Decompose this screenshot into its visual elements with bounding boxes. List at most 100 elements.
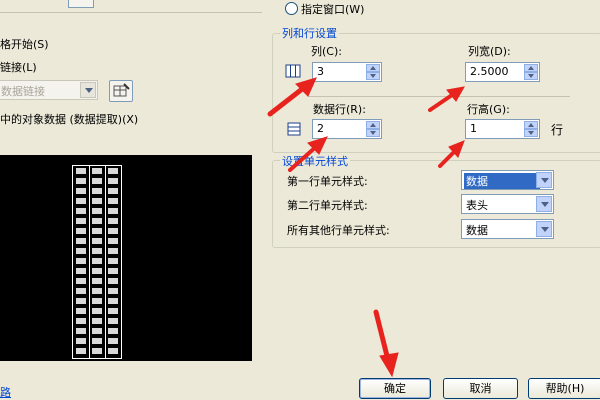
specify-window-radio[interactable] (285, 2, 298, 15)
preview-cell (76, 308, 86, 314)
second-row-style-label: 第二行单元样式: (287, 199, 368, 212)
data-link-select-value: 数据链接 (1, 85, 45, 98)
preview-cell (108, 188, 118, 194)
chevron-down-icon (80, 82, 96, 98)
top-divider (0, 12, 262, 13)
object-data-option[interactable]: 中的对象数据 (数据提取)(X) (0, 111, 138, 127)
preview-cell (108, 168, 118, 174)
link-option[interactable]: 链接(L) (0, 59, 37, 75)
ok-button[interactable]: 确定 (359, 378, 431, 399)
data-link-select[interactable]: 数据链接 (0, 80, 98, 100)
preview-cell (76, 248, 86, 254)
column-width-up-button[interactable] (524, 64, 538, 72)
preview-cell (92, 278, 102, 284)
first-row-style-select[interactable]: 数据 (461, 170, 554, 190)
preview-cell (92, 298, 102, 304)
row-height-value: 1 (470, 122, 477, 135)
preview-cell (76, 188, 86, 194)
start-from-empty-option[interactable]: 格开始(S) (0, 36, 49, 52)
preview-cell (108, 318, 118, 324)
columns-down-button[interactable] (366, 72, 380, 80)
help-button[interactable]: 帮助(H) (528, 378, 600, 399)
data-rows-spinner[interactable]: 2 (312, 119, 382, 139)
other-rows-style-value: 数据 (466, 224, 488, 237)
preview-cell (108, 258, 118, 264)
preview-cell (92, 338, 102, 344)
preview-cell (76, 208, 86, 214)
column-width-spinner[interactable]: 2.5000 (465, 62, 540, 82)
preview-cell (76, 178, 86, 184)
preview-cell (92, 198, 102, 204)
chevron-down-icon[interactable] (536, 196, 552, 212)
preview-cell (92, 168, 102, 174)
preview-cell (76, 338, 86, 344)
preview-cell (92, 208, 102, 214)
preview-cell (76, 278, 86, 284)
preview-cell (76, 168, 86, 174)
preview-cell (108, 178, 118, 184)
preview-cell (108, 248, 118, 254)
specify-window-label[interactable]: 指定窗口(W) (301, 1, 364, 17)
preview-cell (108, 238, 118, 244)
preview-cell (108, 228, 118, 234)
preview-cell (108, 218, 118, 224)
preview-cell (108, 338, 118, 344)
preview-cell (108, 208, 118, 214)
cancel-button[interactable]: 取消 (443, 378, 518, 399)
preview-cell (76, 238, 86, 244)
column-width-down-button[interactable] (524, 72, 538, 80)
columns-up-button[interactable] (366, 64, 380, 72)
preview-cell (76, 298, 86, 304)
columns-value: 3 (317, 65, 324, 78)
chevron-down-icon[interactable] (536, 172, 552, 188)
preview-cell (108, 308, 118, 314)
chevron-down-icon[interactable] (536, 221, 552, 237)
preview-col-line (105, 166, 106, 358)
preview-cell (76, 268, 86, 274)
preview-cell (76, 318, 86, 324)
preview-cell (92, 248, 102, 254)
row-height-up-button[interactable] (524, 121, 538, 129)
columns-spinner[interactable]: 3 (312, 62, 382, 82)
preview-cell (76, 328, 86, 334)
data-rows-down-button[interactable] (366, 129, 380, 137)
preview-cell (108, 268, 118, 274)
column-width-label: 列宽(D): (468, 45, 511, 58)
preview-cell (76, 198, 86, 204)
preview-cell (108, 198, 118, 204)
row-height-down-button[interactable] (524, 129, 538, 137)
data-rows-up-button[interactable] (366, 121, 380, 129)
preview-cell (92, 228, 102, 234)
preview-cell (76, 288, 86, 294)
preview-cell (92, 178, 102, 184)
preview-cell (92, 258, 102, 264)
preview-cell (108, 328, 118, 334)
other-rows-style-select[interactable]: 数据 (461, 219, 554, 239)
preview-cell (108, 288, 118, 294)
data-rows-label: 数据行(R): (313, 103, 366, 116)
preview-cell (92, 218, 102, 224)
row-unit-label: 行 (551, 123, 564, 137)
preview-cell (92, 188, 102, 194)
preview-cell (76, 258, 86, 264)
bottom-left-link[interactable]: 路 (0, 384, 11, 400)
row-height-label: 行高(G): (467, 103, 510, 116)
arrow-to-ok (373, 309, 391, 363)
preview-cell (76, 228, 86, 234)
preview-cell (108, 298, 118, 304)
columns-rows-group-title: 列和行设置 (280, 25, 339, 41)
second-row-style-select[interactable]: 表头 (461, 194, 554, 214)
data-rows-value: 2 (317, 122, 324, 135)
arrow-head-ok (379, 352, 399, 378)
top-left-button[interactable] (68, 0, 94, 8)
rows-icon (287, 122, 301, 136)
preview-cell (92, 288, 102, 294)
data-link-manager-button[interactable] (109, 80, 133, 102)
row-height-spinner[interactable]: 1 (465, 119, 540, 139)
preview-cell (92, 318, 102, 324)
preview-cell (92, 268, 102, 274)
table-preview (0, 155, 252, 361)
preview-cell (92, 238, 102, 244)
second-row-style-value: 表头 (466, 199, 488, 212)
column-width-value: 2.5000 (470, 65, 509, 78)
